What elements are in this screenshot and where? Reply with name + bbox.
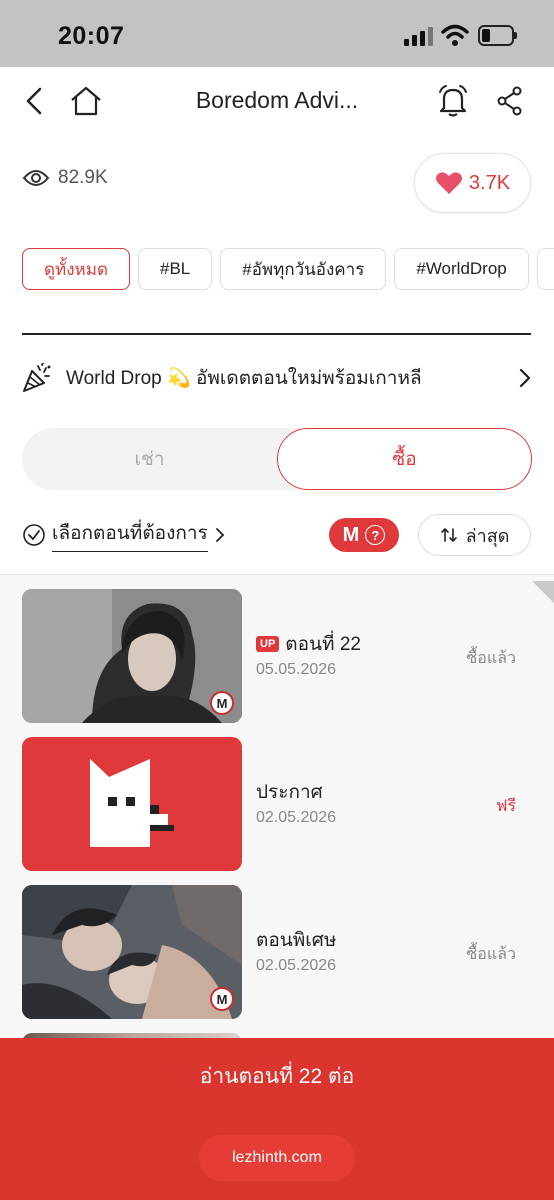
section-divider bbox=[22, 333, 531, 335]
chevron-right-icon bbox=[519, 368, 531, 388]
lezhin-logo-icon bbox=[90, 759, 174, 847]
wifi-icon bbox=[441, 24, 469, 46]
help-icon: ? bbox=[365, 525, 386, 545]
episode-row[interactable]: M UP ตอนที่ 22 05.05.2026 ซื้อแล้ว bbox=[22, 589, 532, 723]
heart-icon bbox=[435, 172, 462, 194]
view-count: 82.9K bbox=[22, 167, 108, 189]
view-count-value: 82.9K bbox=[58, 167, 108, 188]
episode-date: 02.05.2026 bbox=[256, 957, 337, 974]
notice-text: World Drop 💫 อัพเดตตอนใหม่พร้อมเกาหลี bbox=[66, 368, 422, 389]
episode-title-text: ตอนที่ 22 bbox=[285, 634, 361, 655]
sort-label: ล่าสุด bbox=[465, 525, 510, 546]
select-episodes-button[interactable]: เลือกตอนที่ต้องการ bbox=[22, 518, 226, 552]
tag-bl[interactable]: #BL bbox=[138, 248, 213, 290]
like-button[interactable]: 3.7K bbox=[414, 153, 531, 213]
manhwa-art-image bbox=[22, 885, 242, 1019]
status-time: 20:07 bbox=[58, 22, 125, 50]
episode-status: ซื้อแล้ว bbox=[466, 946, 516, 963]
continue-reading-button[interactable]: อ่านตอนที่ 22 ต่อ bbox=[0, 1060, 554, 1093]
m-badge-label: M bbox=[342, 523, 360, 546]
episode-title: UP ตอนที่ 22 bbox=[256, 629, 361, 659]
chevron-right-icon bbox=[215, 528, 225, 542]
status-bar: 20:07 bbox=[0, 0, 554, 67]
tag-all[interactable]: ดูทั้งหมด bbox=[22, 248, 130, 290]
up-badge: UP bbox=[256, 636, 280, 652]
episode-row[interactable]: ประกาศ 02.05.2026 ฟรี bbox=[22, 737, 532, 871]
episode-thumbnail: M bbox=[22, 885, 242, 1019]
episode-date: 02.05.2026 bbox=[256, 809, 337, 826]
select-episodes-label: เลือกตอนที่ต้องการ bbox=[52, 518, 208, 552]
like-count: 3.7K bbox=[468, 171, 511, 194]
tag-more[interactable] bbox=[536, 248, 554, 290]
corner-fold bbox=[532, 581, 554, 603]
tag-worlddrop[interactable]: #WorldDrop bbox=[394, 248, 529, 290]
episode-thumbnail bbox=[22, 737, 242, 871]
episode-thumbnail: M bbox=[22, 589, 242, 723]
bell-icon[interactable] bbox=[436, 84, 470, 118]
m-coin-info-button[interactable]: M ? bbox=[329, 518, 399, 552]
rent-tab[interactable]: เช่า bbox=[22, 428, 277, 490]
sort-button[interactable]: ล่าสุด bbox=[418, 514, 531, 556]
signal-icon bbox=[404, 27, 434, 46]
check-circle-icon bbox=[23, 524, 45, 546]
buy-tab[interactable]: ซื้อ bbox=[277, 428, 532, 490]
home-icon[interactable] bbox=[69, 84, 103, 118]
top-nav: Boredom Advi... bbox=[0, 67, 554, 137]
back-icon[interactable] bbox=[18, 84, 52, 118]
manhwa-art-image bbox=[22, 589, 242, 723]
episode-status: ฟรี bbox=[496, 798, 516, 815]
eye-icon bbox=[22, 170, 50, 186]
page-title: Boredom Advi... bbox=[195, 87, 359, 113]
sort-icon bbox=[440, 528, 457, 542]
episode-title: ประกาศ bbox=[256, 777, 323, 807]
m-icon: M bbox=[210, 691, 234, 715]
purchase-mode-toggle: เช่า ซื้อ bbox=[22, 428, 532, 490]
episode-title-text: ตอนพิเศษ bbox=[256, 930, 337, 951]
m-icon: M bbox=[210, 987, 234, 1011]
episode-title: ตอนพิเศษ bbox=[256, 925, 336, 955]
tag-list: ดูทั้งหมด #BL #อัพทุกวันอังคาร #WorldDro… bbox=[22, 248, 554, 292]
worlddrop-notice[interactable]: World Drop 💫 อัพเดตตอนใหม่พร้อมเกาหลี bbox=[22, 358, 532, 398]
party-icon bbox=[23, 363, 51, 392]
episode-row[interactable]: M ตอนพิเศษ 02.05.2026 ซื้อแล้ว bbox=[22, 885, 532, 1019]
episode-date: 05.05.2026 bbox=[256, 661, 337, 678]
episode-title-text: ประกาศ bbox=[256, 782, 323, 803]
tag-tuesday-update[interactable]: #อัพทุกวันอังคาร bbox=[220, 248, 387, 290]
episode-status: ซื้อแล้ว bbox=[466, 650, 516, 667]
bottom-action-bar: อ่านตอนที่ 22 ต่อ lezhinth.com bbox=[0, 1038, 554, 1200]
share-icon[interactable] bbox=[493, 84, 527, 118]
url-bar[interactable]: lezhinth.com bbox=[199, 1135, 355, 1181]
battery-icon bbox=[478, 25, 517, 46]
